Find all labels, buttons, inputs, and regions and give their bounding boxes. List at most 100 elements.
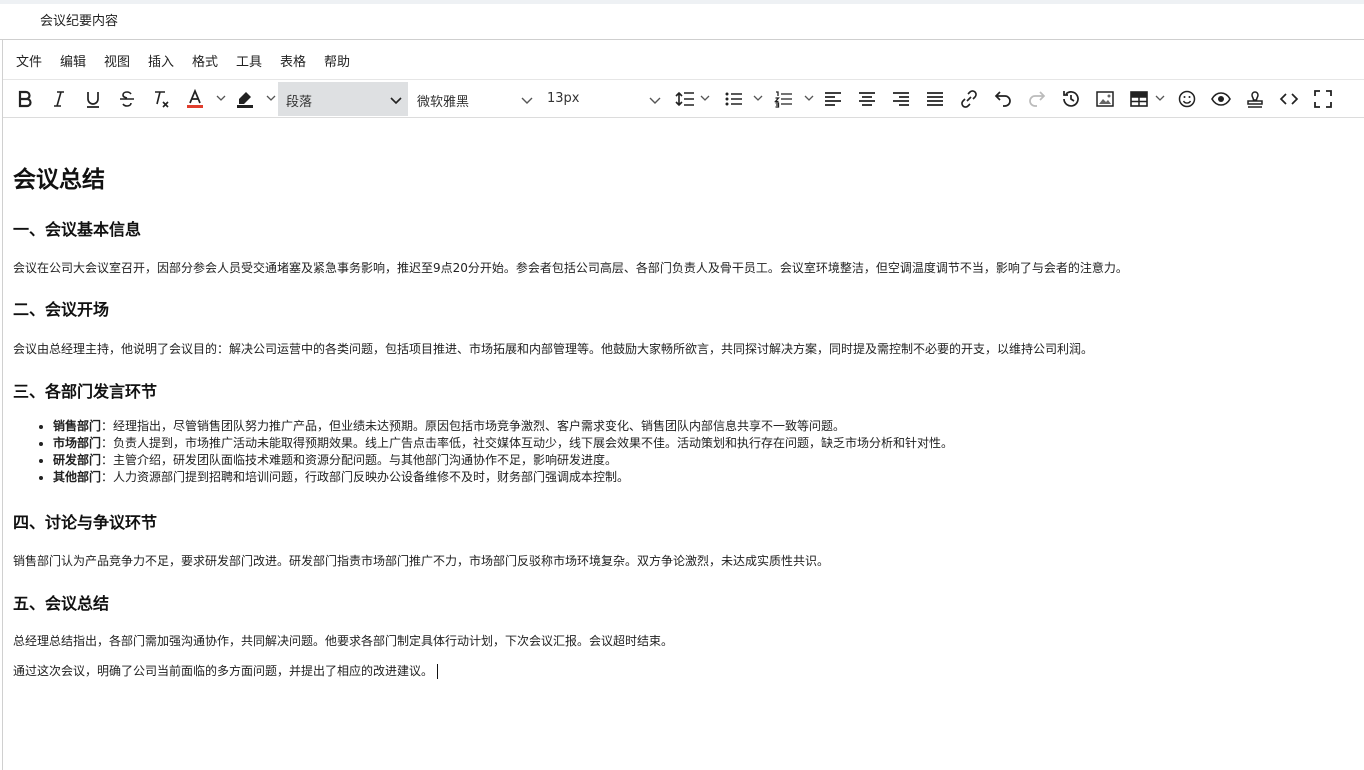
font-family-select[interactable]: 微软雅黑: [409, 82, 539, 116]
bullet-list-icon: [725, 92, 742, 106]
block-format-select[interactable]: 段落: [278, 82, 408, 116]
history-button[interactable]: [1056, 86, 1086, 112]
preview-button[interactable]: [1206, 86, 1236, 112]
menu-edit[interactable]: 编辑: [60, 51, 86, 70]
menu-table[interactable]: 表格: [280, 51, 306, 70]
list-item: 其他部门：人力资源部门提到招聘和培训问题，行政部门反映办公设备维修不及时，财务部…: [53, 469, 953, 486]
text-color-icon: [187, 89, 203, 108]
chevron-down-icon: [390, 97, 402, 105]
line-height-chevron-down-icon[interactable]: [700, 93, 710, 103]
numbered-list-icon: [774, 91, 792, 108]
text-color-chevron-down-icon[interactable]: [216, 93, 226, 103]
clear-format-button[interactable]: [146, 86, 176, 112]
toolbar: 段落 微软雅黑 13px: [3, 80, 1364, 118]
block-format-value: 段落: [286, 95, 313, 110]
list-item-text: ：负责人提到，市场推广活动未能取得预期效果。线上广告点击率低，社交媒体互动少，线…: [101, 436, 954, 450]
align-right-icon: [893, 92, 909, 106]
redo-button[interactable]: [1022, 86, 1052, 112]
code-button[interactable]: [1274, 86, 1304, 112]
list-item-label: 市场部门: [53, 436, 102, 450]
table-icon: [1130, 91, 1148, 107]
history-icon: [1063, 91, 1079, 107]
font-family-value: 微软雅黑: [417, 95, 470, 110]
section-heading: 五、会议总结: [13, 594, 110, 613]
align-left-button[interactable]: [818, 86, 848, 112]
table-button[interactable]: [1124, 86, 1154, 112]
line-height-button[interactable]: [670, 86, 700, 112]
bold-icon: [18, 90, 32, 108]
section-heading: 四、讨论与争议环节: [13, 513, 158, 532]
redo-icon: [1029, 91, 1046, 107]
fullscreen-icon: [1314, 90, 1332, 108]
italic-button[interactable]: [44, 86, 74, 112]
list-item: 市场部门：负责人提到，市场推广活动未能取得预期效果。线上广告点击率低，社交媒体互…: [53, 435, 953, 452]
list-item-label: 其他部门: [53, 470, 102, 484]
emoji-icon: [1178, 90, 1196, 108]
underline-button[interactable]: [78, 86, 108, 112]
link-button[interactable]: [954, 86, 984, 112]
bold-button[interactable]: [10, 86, 40, 112]
justify-button[interactable]: [920, 86, 950, 112]
text-color-button[interactable]: [180, 86, 210, 112]
menu-insert[interactable]: 插入: [148, 51, 174, 70]
list-item-text: ：人力资源部门提到招聘和培训问题，行政部门反映办公设备维修不及时，财务部门强调成…: [101, 470, 630, 484]
menu-tools[interactable]: 工具: [236, 51, 262, 70]
image-icon: [1096, 91, 1114, 107]
stamp-button[interactable]: [1240, 86, 1270, 112]
menu-format[interactable]: 格式: [192, 51, 218, 70]
list-item-label: 销售部门: [53, 419, 102, 433]
underline-icon: [87, 92, 99, 108]
highlight-chevron-down-icon[interactable]: [266, 93, 276, 103]
list-item-text: ：经理指出，尽管销售团队努力推广产品，但业绩未达预期。原因包括市场竞争激烈、客户…: [101, 419, 846, 433]
code-icon: [1279, 93, 1299, 105]
menu-view[interactable]: 视图: [104, 51, 130, 70]
align-right-button[interactable]: [886, 86, 916, 112]
emoji-button[interactable]: [1172, 86, 1202, 112]
menu-help[interactable]: 帮助: [324, 51, 350, 70]
bullet-list-chevron-down-icon[interactable]: [753, 93, 763, 103]
department-list: 销售部门：经理指出，尽管销售团队努力推广产品，但业绩未达预期。原因包括市场竞争激…: [13, 418, 953, 486]
preview-icon: [1211, 92, 1231, 106]
window-title: 会议纪要内容: [40, 14, 119, 29]
fullscreen-button[interactable]: [1308, 86, 1338, 112]
list-item: 研发部门：主管介绍，研发团队面临技术难题和资源分配问题。与其他部门沟通协作不足，…: [53, 452, 953, 469]
bullet-list-button[interactable]: [719, 86, 749, 112]
highlight-button[interactable]: [230, 86, 260, 112]
align-center-button[interactable]: [852, 86, 882, 112]
menu-file[interactable]: 文件: [16, 51, 42, 70]
numbered-list-button[interactable]: [769, 86, 799, 112]
image-button[interactable]: [1090, 86, 1120, 112]
section-heading: 一、会议基本信息: [13, 220, 142, 239]
italic-icon: [54, 91, 64, 107]
paragraph: 会议由总经理主持，他说明了会议目的：解决公司运营中的各类问题，包括项目推进、市场…: [13, 342, 1094, 356]
stamp-icon: [1247, 91, 1263, 108]
undo-icon: [994, 91, 1011, 107]
document-title: 会议总结: [13, 167, 105, 193]
list-item-label: 研发部门: [53, 453, 102, 467]
justify-icon: [927, 92, 943, 106]
chevron-down-icon: [649, 97, 661, 104]
line-height-icon: [675, 91, 694, 107]
table-chevron-down-icon[interactable]: [1155, 93, 1165, 103]
link-icon: [961, 90, 977, 108]
strikethrough-button[interactable]: [112, 86, 142, 112]
list-item: 销售部门：经理指出，尽管销售团队努力推广产品，但业绩未达预期。原因包括市场竞争激…: [53, 418, 953, 435]
font-size-value: 13px: [547, 91, 580, 106]
text-cursor: [437, 664, 439, 679]
rich-text-editor: 文件 编辑 视图 插入 格式 工具 表格 帮助 段落 微软雅黑 13px 会议总…: [2, 40, 1364, 770]
undo-button[interactable]: [988, 86, 1018, 112]
menu-bar: 文件 编辑 视图 插入 格式 工具 表格 帮助: [3, 40, 1364, 80]
align-center-icon: [859, 92, 875, 106]
title-bar: 会议纪要内容: [0, 4, 1364, 40]
align-left-icon: [825, 92, 841, 106]
font-size-select[interactable]: 13px: [539, 82, 663, 116]
section-heading: 三、各部门发言环节: [13, 382, 158, 401]
highlight-icon: [237, 92, 253, 108]
chevron-down-icon: [521, 97, 533, 104]
list-item-text: ：主管介绍，研发团队面临技术难题和资源分配问题。与其他部门沟通协作不足，影响研发…: [101, 453, 618, 467]
numbered-list-chevron-down-icon[interactable]: [804, 93, 814, 103]
paragraph-last: 通过这次会议，明确了公司当前面临的多方面问题，并提出了相应的改进建议。: [13, 662, 439, 679]
paragraph-text: 通过这次会议，明确了公司当前面临的多方面问题，并提出了相应的改进建议。: [13, 664, 434, 678]
paragraph: 会议在公司大会议室召开，因部分参会人员受交通堵塞及紧急事务影响，推迟至9点20分…: [13, 261, 1128, 275]
section-heading: 二、会议开场: [13, 300, 110, 319]
